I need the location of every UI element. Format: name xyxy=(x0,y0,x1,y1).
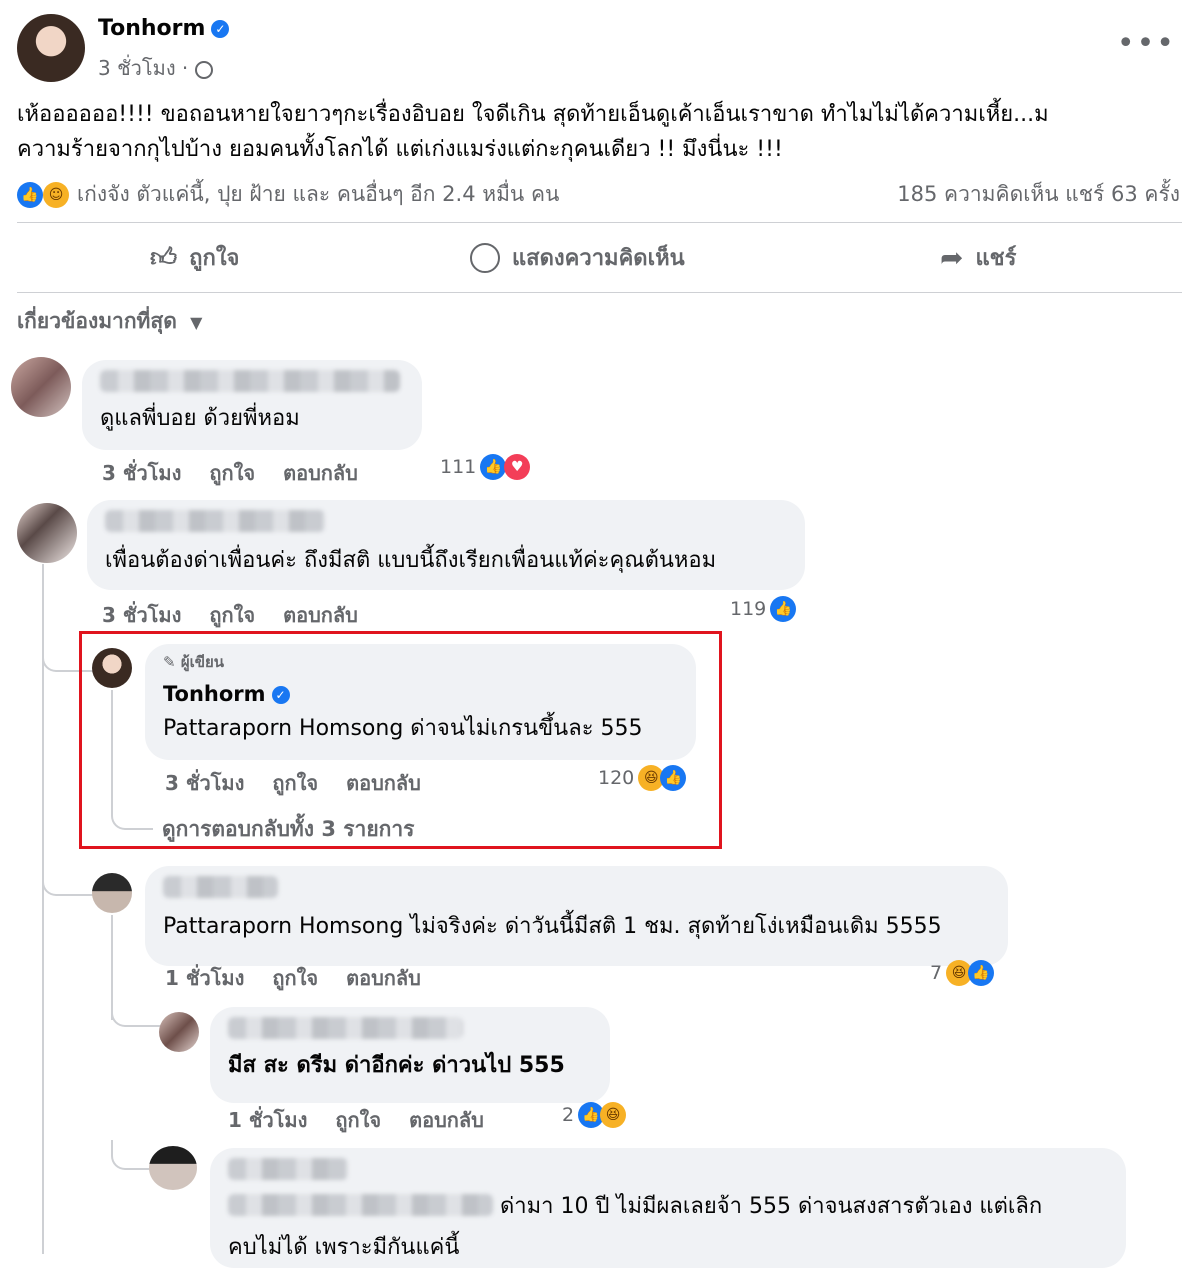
reactions-text: เก่งจัง ตัวแค่นี้, ปุย ฝ้าย และ คนอื่นๆ … xyxy=(77,182,560,206)
post-text: เห้ออออออ!!!! ขอถอนหายใจยาวๆกะเรื่องอิบอ… xyxy=(17,97,1182,167)
comment-like-button[interactable]: ถูกใจ xyxy=(209,457,255,489)
post-stats[interactable]: 185 ความคิดเห็น แชร์ 63 ครั้ง xyxy=(897,178,1180,211)
commenter-avatar[interactable] xyxy=(92,873,132,913)
commenter-avatar[interactable] xyxy=(17,503,77,563)
comment-reaction-count[interactable]: 119 👍 xyxy=(730,596,797,622)
comment-time[interactable]: 3 ชั่วโมง xyxy=(102,599,181,631)
blurred-mention xyxy=(228,1194,493,1216)
comment-bubble: เพื่อนต้องด่าเพื่อนค่ะ ถึงมีสติ แบบนี้ถึ… xyxy=(87,500,805,590)
like-label: ถูกใจ xyxy=(189,246,240,271)
thread-line xyxy=(42,564,44,1254)
reply-text-line-1: ด่ามา 10 ปี ไม่มีผลเลยจ้า 555 ด่าจนสงสาร… xyxy=(500,1194,1043,1219)
post-time[interactable]: 3 ชั่วโมง · xyxy=(98,56,188,80)
commenter-avatar[interactable] xyxy=(11,357,71,417)
care-reaction-icon: ☺ xyxy=(43,181,69,208)
comment-actions: 1 ชั่วโมง ถูกใจ ตอบกลับ xyxy=(165,962,421,994)
comment-time[interactable]: 1 ชั่วโมง xyxy=(228,1104,307,1136)
thread-connector xyxy=(111,1005,161,1027)
comment-time[interactable]: 3 ชั่วโมง xyxy=(102,457,181,489)
reply-bubble: มีส สะ ดรีม ด่าอีกค่ะ ด่าวนไป 555 xyxy=(210,1007,610,1103)
comment-actions: 1 ชั่วโมง ถูกใจ ตอบกลับ xyxy=(228,1104,484,1136)
author-name[interactable]: Tonhorm xyxy=(98,16,205,41)
commenter-avatar[interactable] xyxy=(159,1012,199,1052)
post-text-line-1: เห้ออออออ!!!! ขอถอนหายใจยาวๆกะเรื่องอิบอ… xyxy=(17,102,1049,127)
comment-reply-button[interactable]: ตอบกลับ xyxy=(283,599,358,631)
sort-label: เกี่ยวข้องมากที่สุด xyxy=(17,309,177,333)
reaction-summary[interactable]: 👍 ☺ เก่งจัง ตัวแค่นี้, ปุย ฝ้าย และ คนอื่… xyxy=(17,178,559,211)
comment-bubble: ดูแลพี่บอย ด้วยพี่หอม xyxy=(82,360,422,450)
love-reaction-icon: ♥ xyxy=(504,454,531,480)
blurred-commenter-name xyxy=(228,1158,348,1180)
like-reaction-icon: 👍 xyxy=(17,181,43,208)
globe-icon xyxy=(194,61,213,79)
reaction-count: 111 xyxy=(440,456,477,478)
blurred-commenter-name xyxy=(163,876,278,898)
highlight-box xyxy=(79,631,722,849)
comment-reaction-count[interactable]: 2 👍 😆 xyxy=(562,1102,627,1128)
like-button[interactable]: 👍︎ ถูกใจ xyxy=(150,240,239,275)
comment-time[interactable]: 1 ชั่วโมง xyxy=(165,962,244,994)
reply-text: Pattaraporn Homsong ไม่จริงค่ะ ด่าวันนี้… xyxy=(163,914,942,939)
divider xyxy=(17,292,1182,293)
post-author[interactable]: Tonhorm ✓ xyxy=(98,16,230,41)
reaction-count: 7 xyxy=(930,962,943,984)
comment-reaction-count[interactable]: 7 😆 👍 xyxy=(930,960,995,986)
post-text-line-2: ความร้ายจากกุไปบ้าง ยอมคนทั้งโลกได้ แต่เ… xyxy=(17,137,783,162)
share-arrow-icon: ➦ xyxy=(940,241,964,274)
comment-reply-button[interactable]: ตอบกลับ xyxy=(283,457,358,489)
comment-sort-dropdown[interactable]: เกี่ยวข้องมากที่สุด ▼ xyxy=(17,305,202,338)
share-button[interactable]: ➦ แชร์ xyxy=(940,240,1016,275)
comment-reply-button[interactable]: ตอบกลับ xyxy=(346,962,421,994)
blurred-commenter-name xyxy=(105,510,325,532)
reply-text: มีส สะ ดรีม ด่าอีกค่ะ ด่าวนไป 555 xyxy=(228,1053,565,1078)
verified-badge-icon: ✓ xyxy=(211,20,230,38)
reply-text: ด่ามา 10 ปี ไม่มีผลเลยจ้า 555 ด่าจนสงสาร… xyxy=(228,1188,1108,1223)
comment-like-button[interactable]: ถูกใจ xyxy=(272,962,318,994)
thumbs-up-icon: 👍︎ xyxy=(150,243,178,273)
comment-button[interactable]: แสดงความคิดเห็น xyxy=(470,240,685,275)
comment-bubble-icon xyxy=(470,242,500,273)
blurred-commenter-name xyxy=(228,1017,463,1039)
comment-like-button[interactable]: ถูกใจ xyxy=(209,599,255,631)
reply-bubble: ด่ามา 10 ปี ไม่มีผลเลยจ้า 555 ด่าจนสงสาร… xyxy=(210,1148,1126,1268)
divider xyxy=(17,222,1182,223)
comment-reaction-count[interactable]: 111 👍 ♥ xyxy=(440,454,531,480)
comment-text: ดูแลพี่บอย ด้วยพี่หอม xyxy=(100,406,300,431)
commenter-avatar[interactable] xyxy=(149,1146,197,1190)
post-meta: 3 ชั่วโมง · xyxy=(98,52,213,84)
comment-text: เพื่อนต้องด่าเพื่อนค่ะ ถึงมีสติ แบบนี้ถึ… xyxy=(105,548,717,573)
caret-down-icon: ▼ xyxy=(190,313,203,332)
haha-reaction-icon: 😆 xyxy=(600,1102,627,1128)
like-reaction-icon: 👍 xyxy=(770,596,797,622)
like-reaction-icon: 👍 xyxy=(480,454,507,480)
thread-connector xyxy=(111,1140,151,1170)
reply-text-line-2: คบไม่ได้ เพราะมีกันแค่นี้ xyxy=(228,1235,460,1260)
thread-connector xyxy=(42,860,94,896)
blurred-commenter-name xyxy=(100,370,400,392)
share-label: แชร์ xyxy=(975,246,1017,271)
comment-like-button[interactable]: ถูกใจ xyxy=(335,1104,381,1136)
comment-label: แสดงความคิดเห็น xyxy=(512,246,685,271)
comment-actions: 3 ชั่วโมง ถูกใจ ตอบกลับ xyxy=(102,599,358,631)
reaction-count: 119 xyxy=(730,598,767,620)
reaction-count: 2 xyxy=(562,1104,575,1126)
reply-bubble: Pattaraporn Homsong ไม่จริงค่ะ ด่าวันนี้… xyxy=(145,866,1008,966)
comment-reply-button[interactable]: ตอบกลับ xyxy=(409,1104,484,1136)
comment-actions: 3 ชั่วโมง ถูกใจ ตอบกลับ xyxy=(102,457,358,489)
author-avatar[interactable] xyxy=(17,14,85,82)
like-reaction-icon: 👍 xyxy=(968,960,995,986)
more-options-icon[interactable]: ••• xyxy=(1117,26,1176,61)
